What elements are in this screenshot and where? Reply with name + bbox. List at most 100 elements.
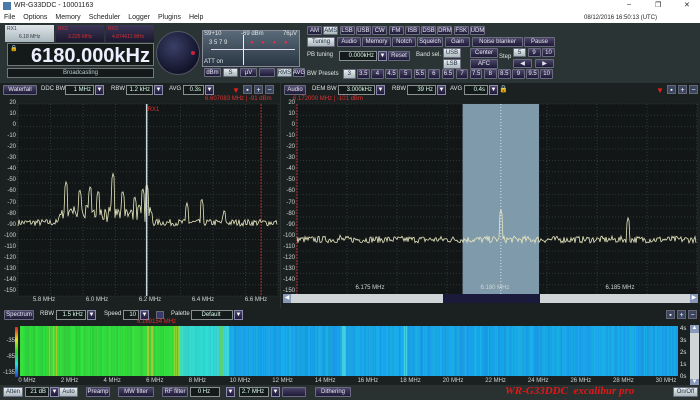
rf-filter-button[interactable]: RF filter xyxy=(162,387,188,397)
scroll-left-icon[interactable]: ◀ xyxy=(283,294,291,303)
save-icon[interactable]: ▪ xyxy=(666,310,675,319)
atten-button[interactable]: Atten xyxy=(3,387,23,397)
mode-drm[interactable]: DRM xyxy=(437,26,453,35)
marker-icon[interactable]: ▼ xyxy=(656,86,664,95)
zoom-out-icon[interactable]: − xyxy=(689,85,698,94)
ddc-bw-select[interactable]: 1 MHz xyxy=(65,85,94,95)
tab-gain[interactable]: Gain xyxy=(445,37,470,47)
rbw-dropdown[interactable]: ▼ xyxy=(154,85,163,95)
bw-preset-8[interactable]: 8 xyxy=(484,69,497,79)
tab-notch[interactable]: Notch xyxy=(392,37,416,47)
step-10[interactable]: 10 xyxy=(542,48,555,57)
mode-fsk[interactable]: FSK xyxy=(453,26,469,35)
bw-preset-10[interactable]: 10 xyxy=(540,69,553,79)
menu-scheduler[interactable]: Scheduler xyxy=(89,14,121,21)
dem-bw-select[interactable]: 3.000kHz xyxy=(338,85,375,95)
tuning-knob[interactable] xyxy=(156,31,200,75)
rx2-tab[interactable]: RX2 3.225 MHz xyxy=(56,25,104,42)
waterfall-toggle-button[interactable]: Waterfall xyxy=(3,85,37,95)
center-button[interactable]: Center xyxy=(470,48,498,58)
rf-filter-high-input[interactable]: 2.7 MHz xyxy=(239,387,269,397)
bw-preset-5[interactable]: 5 xyxy=(399,69,412,79)
waterfall-heatmap[interactable] xyxy=(20,326,678,376)
close-button[interactable]: ✕ xyxy=(684,1,690,9)
auto-button[interactable]: Auto xyxy=(59,387,78,397)
ddc-bw-dropdown[interactable]: ▼ xyxy=(95,85,104,95)
dithering-button[interactable]: Dithering xyxy=(315,387,351,397)
zoom-in-icon[interactable]: + xyxy=(678,85,687,94)
scroll-up-icon[interactable]: ▲ xyxy=(690,325,699,333)
step-right-button[interactable]: ▶ xyxy=(535,59,554,68)
pause-icon[interactable] xyxy=(156,311,164,319)
on-off-button[interactable]: On/Off xyxy=(673,387,698,397)
tab-tuning[interactable]: Tuning xyxy=(307,37,335,47)
mode-isb[interactable]: ISB xyxy=(404,26,420,35)
frequency-display[interactable]: 🔒 6180.000kHz xyxy=(7,43,154,67)
spectrum-toggle-button[interactable]: Spectrum xyxy=(4,310,34,320)
rf-filter-low-dropdown[interactable]: ▼ xyxy=(226,387,235,397)
preamp-button[interactable]: Preamp xyxy=(86,387,110,397)
band-usb-button[interactable]: USB xyxy=(443,48,461,58)
save-icon[interactable]: ▪ xyxy=(667,85,676,94)
audio-rbw-select[interactable]: 39 Hz xyxy=(407,85,436,95)
save-icon[interactable]: ▪ xyxy=(243,85,252,94)
pb-tuning-dropdown[interactable]: ▼ xyxy=(378,51,387,61)
zoom-out-icon[interactable]: − xyxy=(688,310,697,319)
bw-preset-5.5[interactable]: 5.5 xyxy=(413,69,426,79)
zoom-in-icon[interactable]: + xyxy=(254,85,263,94)
rf-filter-low-input[interactable]: 0 Hz xyxy=(190,387,220,397)
mode-ams[interactable]: AMS xyxy=(323,26,339,35)
scrollbar-thumb[interactable] xyxy=(443,294,540,303)
tab-audio[interactable]: Audio xyxy=(337,37,361,47)
palette-select[interactable]: Default xyxy=(191,310,233,320)
menu-memory[interactable]: Memory xyxy=(55,14,80,21)
reset-button[interactable]: Reset xyxy=(388,51,410,61)
mw-filter-button[interactable]: MW filter xyxy=(118,387,154,397)
zoom-out-icon[interactable]: − xyxy=(265,85,274,94)
audio-scrollbar[interactable]: ◀ ▶ xyxy=(283,294,698,303)
bw-preset-9.5[interactable]: 9.5 xyxy=(526,69,539,79)
minimize-button[interactable]: – xyxy=(627,1,631,8)
unit-button-RMS[interactable]: RMS xyxy=(277,68,292,77)
rx1-tab[interactable]: RX1 6.18 MHz xyxy=(5,25,54,42)
atten-dropdown[interactable]: ▼ xyxy=(50,387,59,397)
menu-logger[interactable]: Logger xyxy=(128,14,150,21)
pb-tuning-input[interactable]: 0.000kHz xyxy=(339,51,377,61)
wf-rbw-dropdown[interactable]: ▼ xyxy=(87,310,96,320)
rf-filter-high-dropdown[interactable]: ▼ xyxy=(271,387,280,397)
bw-preset-6[interactable]: 6 xyxy=(427,69,441,79)
zoom-in-icon[interactable]: + xyxy=(677,310,686,319)
audio-spectrum-plot[interactable] xyxy=(296,103,698,297)
ddc-spectrum-plot[interactable]: RX1 xyxy=(17,103,279,297)
menu-plugins[interactable]: Plugins xyxy=(158,14,181,21)
lock-icon[interactable]: 🔒 xyxy=(499,85,508,94)
rx3-tab[interactable]: RX3 4.874611 MHz xyxy=(106,25,154,42)
audio-toggle-button[interactable]: Audio xyxy=(284,85,306,95)
bw-preset-7.5[interactable]: 7.5 xyxy=(469,69,483,79)
step-left-button[interactable]: ◀ xyxy=(513,59,532,68)
bw-preset-3.5[interactable]: 3.5 xyxy=(357,69,370,79)
dem-bw-dropdown[interactable]: ▼ xyxy=(376,85,385,95)
wf-rbw-select[interactable]: 1.5 kHz xyxy=(56,310,86,320)
unit-button-dBm[interactable]: dBm xyxy=(204,68,221,77)
bw-preset-3[interactable]: 3 xyxy=(343,69,356,79)
bw-preset-6.5[interactable]: 6.5 xyxy=(441,69,455,79)
blank-button[interactable] xyxy=(282,387,306,397)
scroll-right-icon[interactable]: ▶ xyxy=(690,294,698,303)
band-lsb-button[interactable]: LSB xyxy=(443,59,461,69)
unit-button-µV[interactable]: µV xyxy=(240,68,257,77)
audio-rbw-dropdown[interactable]: ▼ xyxy=(437,85,446,95)
mode-dsb[interactable]: DSB xyxy=(421,26,437,35)
restore-button[interactable]: ❐ xyxy=(655,1,661,9)
lock-icon[interactable]: 🔒 xyxy=(10,45,17,52)
rbw-select[interactable]: 1.2 kHz xyxy=(126,85,153,95)
menu-options[interactable]: Options xyxy=(23,14,47,21)
atten-select[interactable]: 21 dB xyxy=(25,387,49,397)
audio-avg-dropdown[interactable]: ▼ xyxy=(489,85,498,95)
unit-button-S[interactable]: S xyxy=(223,68,238,77)
menu-file[interactable]: File xyxy=(4,14,15,21)
tab-squelch[interactable]: Squelch xyxy=(417,37,443,47)
audio-avg-select[interactable]: 0.4s xyxy=(464,85,488,95)
tab-memory[interactable]: Memory xyxy=(362,37,391,47)
mode-fm[interactable]: FM xyxy=(388,26,404,35)
